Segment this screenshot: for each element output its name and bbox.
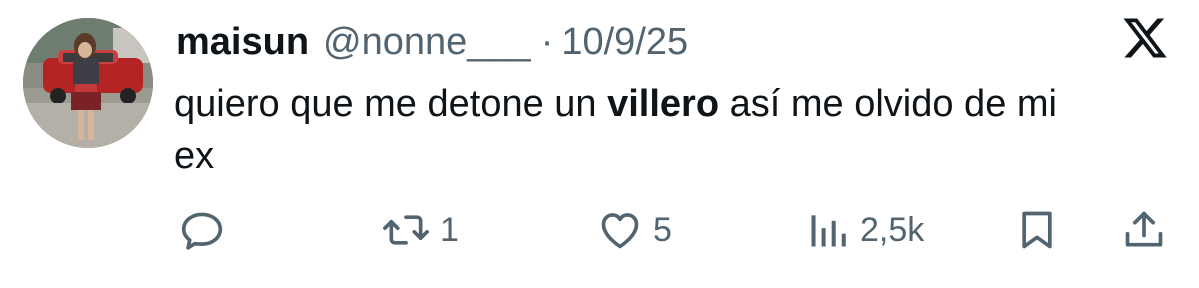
action-bar: 1 5 2,5k	[0, 205, 1199, 255]
views-count: 2,5k	[860, 210, 925, 249]
views-bar-chart-icon	[811, 215, 846, 247]
retweet-count: 1	[440, 210, 459, 249]
like-button[interactable]: 5	[597, 205, 672, 255]
retweet-button[interactable]: 1	[382, 205, 459, 255]
bookmark-icon	[1022, 211, 1052, 249]
tweet-card: maisun @nonne___ · 10/9/25 quiero que me…	[0, 0, 1199, 288]
retweet-icon	[383, 215, 429, 245]
tweet-text-part: quiero que me detone un	[174, 83, 608, 125]
x-logo-icon	[1123, 18, 1167, 58]
separator-dot: ·	[540, 21, 554, 63]
tweet-text: quiero que me detone un villero así me o…	[174, 78, 1094, 182]
user-handle[interactable]: @nonne___	[323, 18, 531, 66]
share-button[interactable]	[1122, 205, 1166, 255]
reply-button[interactable]	[180, 205, 224, 255]
tweet-date[interactable]: 10/9/25	[561, 18, 688, 66]
display-name[interactable]: maisun	[176, 18, 309, 66]
avatar[interactable]	[23, 18, 153, 148]
heart-icon	[601, 213, 639, 249]
share-icon	[1125, 211, 1163, 247]
like-count: 5	[653, 210, 672, 249]
views-button[interactable]: 2,5k	[806, 205, 924, 255]
tweet-text-bold: villero	[607, 83, 720, 125]
bookmark-button[interactable]	[1015, 205, 1059, 255]
tweet-header: maisun @nonne___ · 10/9/25	[176, 18, 688, 66]
reply-icon	[181, 212, 223, 250]
avatar-photo	[23, 18, 153, 148]
